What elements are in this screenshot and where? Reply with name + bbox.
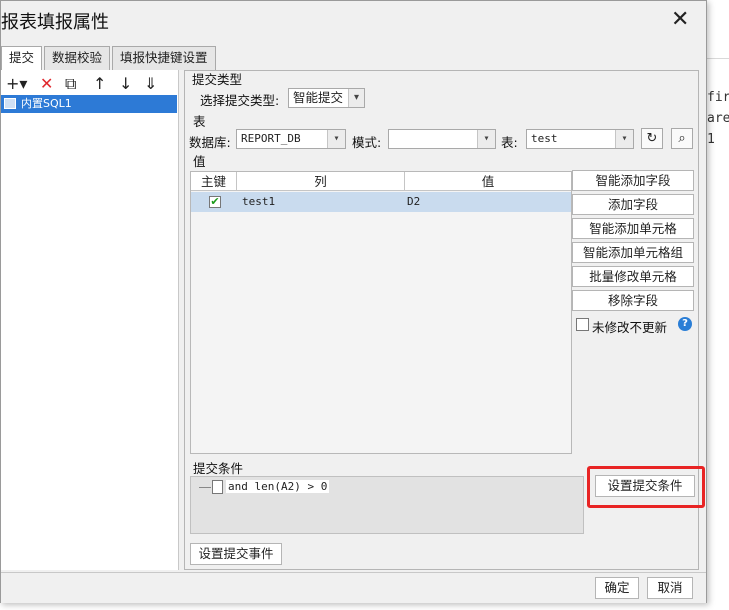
delete-icon[interactable]: ✕ — [40, 74, 53, 93]
tree-item-builtin-sql[interactable]: 内置SQL1 — [1, 95, 177, 113]
database-label: 数据库: — [189, 135, 231, 150]
ok-button[interactable]: 确定 — [595, 577, 639, 599]
tab-shortcut-settings[interactable]: 填报快捷键设置 — [112, 46, 216, 70]
table-value: test — [531, 132, 558, 145]
dialog-title: 报表填报属性 — [1, 12, 109, 33]
no-update-unmodified-label: 未修改不更新 — [592, 320, 668, 335]
smart-add-cell-group-button[interactable]: 智能添加单元格组 — [572, 242, 694, 263]
chevron-down-icon: ▾ — [327, 130, 345, 148]
chevron-down-icon: ▾ — [348, 89, 364, 107]
schema-select[interactable]: ▾ — [388, 129, 496, 149]
condition-expression[interactable]: and len(A2) > 0 — [226, 480, 330, 493]
column-header-key: 主键 — [191, 172, 237, 191]
field-mapping-table: 主键 列 值 ✔ test1 D2 — [190, 171, 572, 454]
row-value-cell: D2 — [407, 195, 421, 208]
row-column-cell: test1 — [242, 195, 276, 208]
add-field-button[interactable]: 添加字段 — [572, 194, 694, 215]
database-select[interactable]: REPORT_DB ▾ — [236, 129, 346, 149]
submit-type-label: 选择提交类型: — [200, 93, 280, 108]
table-select[interactable]: test ▾ — [526, 129, 634, 149]
table-label: 表: — [501, 135, 518, 150]
set-submit-event-button[interactable]: 设置提交事件 — [190, 543, 282, 565]
sort-icon[interactable]: ⇓ — [144, 74, 157, 93]
add-icon[interactable]: +▾ — [6, 74, 27, 93]
tab-bar: 提交 数据校验 填报快捷键设置 — [1, 46, 218, 71]
submit-list-pane: +▾ ✕ ⧉ ↑ ↓ ⇓ 内置SQL1 — [1, 70, 179, 570]
chevron-down-icon: ▾ — [477, 130, 495, 148]
no-update-unmodified-checkbox[interactable] — [576, 318, 589, 331]
condition-section-label: 提交条件 — [193, 461, 244, 476]
smart-add-cell-button[interactable]: 智能添加单元格 — [572, 218, 694, 239]
table-row[interactable]: ✔ test1 D2 — [191, 192, 571, 212]
bg-divider — [707, 58, 729, 59]
submit-type-select[interactable]: 智能提交 ▾ — [288, 88, 365, 108]
remove-field-button[interactable]: 移除字段 — [572, 290, 694, 311]
schema-label: 模式: — [352, 135, 382, 150]
tree-connector — [199, 487, 211, 488]
smart-add-field-button[interactable]: 智能添加字段 — [572, 170, 694, 191]
value-section-label: 值 — [193, 154, 206, 169]
table-header: 主键 列 值 — [191, 172, 571, 191]
chevron-down-icon: ▾ — [615, 130, 633, 148]
bg-code-line-2: are — [707, 111, 729, 126]
sql-table-icon — [4, 98, 16, 109]
refresh-icon[interactable]: ↻ — [641, 128, 663, 149]
tab-submit[interactable]: 提交 — [1, 46, 43, 71]
tree-item-label: 内置SQL1 — [21, 97, 72, 110]
copy-icon[interactable]: ⧉ — [65, 74, 76, 94]
database-value: REPORT_DB — [241, 132, 301, 145]
condition-tree: and len(A2) > 0 — [190, 476, 584, 534]
bg-code-line-3: 1 — [707, 132, 715, 147]
bg-code-line-1: fir — [707, 90, 729, 105]
column-header-column: 列 — [237, 172, 405, 191]
help-icon[interactable]: ? — [678, 317, 692, 331]
cancel-button[interactable]: 取消 — [647, 577, 693, 599]
document-icon — [212, 480, 223, 494]
close-icon[interactable]: ✕ — [671, 7, 689, 32]
annotation-highlight-box — [587, 466, 705, 508]
table-section-label: 表 — [193, 114, 206, 129]
tab-data-validation[interactable]: 数据校验 — [44, 46, 111, 70]
submit-type-section-label: 提交类型 — [192, 72, 243, 87]
preview-icon[interactable]: ⌕ — [671, 128, 693, 149]
submit-type-value: 智能提交 — [293, 90, 344, 105]
fill-report-properties-dialog: 报表填报属性 ✕ 提交 数据校验 填报快捷键设置 +▾ ✕ ⧉ ↑ ↓ ⇓ 内置… — [0, 0, 707, 603]
batch-modify-cell-button[interactable]: 批量修改单元格 — [572, 266, 694, 287]
column-header-value: 值 — [481, 174, 495, 189]
primary-key-checkbox[interactable]: ✔ — [209, 196, 221, 208]
move-down-icon[interactable]: ↓ — [119, 74, 132, 93]
move-up-icon[interactable]: ↑ — [93, 74, 106, 93]
